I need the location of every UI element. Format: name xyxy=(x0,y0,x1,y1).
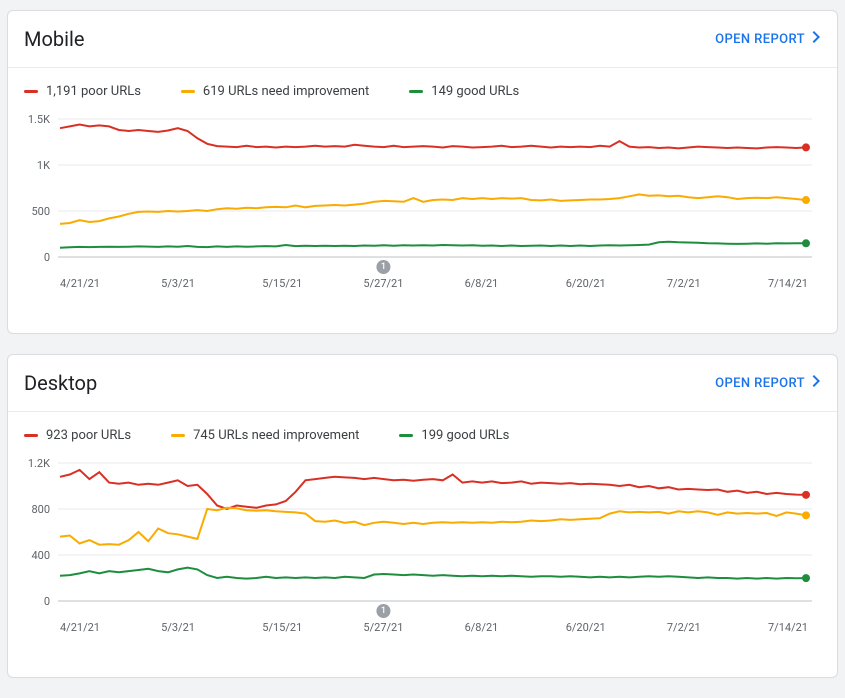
legend-text: 199 good URLs xyxy=(421,428,509,443)
open-report-link[interactable]: OPEN REPORT xyxy=(715,31,821,47)
chart-area: 0 500 1K 1.5K 4/21/21 5/3/21 5/15/21 5/27/21 6/8… xyxy=(8,107,837,333)
core-web-vitals-card-mobile: Mobile OPEN REPORT 1,191 poor URLs 619 U… xyxy=(7,10,838,334)
legend-text: 149 good URLs xyxy=(431,84,519,99)
line-chart: 0 400 800 1.2K 4/21/21 5/3/21 5/15/21 5/27/21 6/… xyxy=(24,451,820,651)
svg-text:5/27/21: 5/27/21 xyxy=(363,277,403,290)
svg-text:1.5K: 1.5K xyxy=(28,113,50,126)
legend-item-poor: 1,191 poor URLs xyxy=(24,84,141,99)
svg-text:6/20/21: 6/20/21 xyxy=(566,621,606,634)
svg-text:7/14/21: 7/14/21 xyxy=(768,277,808,290)
card-title: Desktop xyxy=(24,371,97,395)
svg-text:1.2K: 1.2K xyxy=(28,457,50,470)
legend-text: 923 poor URLs xyxy=(46,428,131,443)
svg-text:1: 1 xyxy=(381,606,386,616)
svg-text:5/3/21: 5/3/21 xyxy=(161,621,195,634)
core-web-vitals-card-desktop: Desktop OPEN REPORT 923 poor URLs 745 UR… xyxy=(7,354,838,678)
svg-text:7/2/21: 7/2/21 xyxy=(667,621,701,634)
legend-text: 619 URLs need improvement xyxy=(203,84,369,99)
chart-legend: 923 poor URLs 745 URLs need improvement … xyxy=(8,412,837,451)
svg-text:5/15/21: 5/15/21 xyxy=(262,277,302,290)
chevron-right-icon xyxy=(811,31,821,47)
legend-item-needs-improvement: 619 URLs need improvement xyxy=(181,84,369,99)
legend-swatch xyxy=(171,434,185,437)
chart-legend: 1,191 poor URLs 619 URLs need improvemen… xyxy=(8,68,837,107)
svg-text:800: 800 xyxy=(31,503,50,516)
legend-item-good: 199 good URLs xyxy=(399,428,509,443)
svg-text:1: 1 xyxy=(381,262,386,272)
legend-item-poor: 923 poor URLs xyxy=(24,428,131,443)
legend-text: 1,191 poor URLs xyxy=(46,84,141,99)
line-chart: 0 500 1K 1.5K 4/21/21 5/3/21 5/15/21 5/27/21 6/8… xyxy=(24,107,820,307)
svg-text:6/8/21: 6/8/21 xyxy=(465,621,499,634)
svg-text:0: 0 xyxy=(44,595,50,608)
open-report-label: OPEN REPORT xyxy=(715,376,805,391)
svg-text:4/21/21: 4/21/21 xyxy=(60,277,100,290)
legend-swatch xyxy=(409,90,423,93)
chart-area: 0 400 800 1.2K 4/21/21 5/3/21 5/15/21 5/27/21 6/… xyxy=(8,451,837,677)
legend-text: 745 URLs need improvement xyxy=(193,428,359,443)
svg-text:1K: 1K xyxy=(37,159,50,172)
svg-text:7/14/21: 7/14/21 xyxy=(768,621,808,634)
legend-swatch xyxy=(24,90,38,93)
svg-text:6/8/21: 6/8/21 xyxy=(465,277,499,290)
legend-swatch xyxy=(24,434,38,437)
legend-swatch xyxy=(181,90,195,93)
svg-text:0: 0 xyxy=(44,251,50,264)
svg-text:400: 400 xyxy=(31,549,50,562)
open-report-link[interactable]: OPEN REPORT xyxy=(715,375,821,391)
card-header: Desktop OPEN REPORT xyxy=(8,355,837,403)
svg-text:5/3/21: 5/3/21 xyxy=(161,277,195,290)
legend-swatch xyxy=(399,434,413,437)
svg-text:7/2/21: 7/2/21 xyxy=(667,277,701,290)
svg-text:4/21/21: 4/21/21 xyxy=(60,621,100,634)
svg-text:6/20/21: 6/20/21 xyxy=(566,277,606,290)
card-title: Mobile xyxy=(24,27,84,51)
svg-text:5/27/21: 5/27/21 xyxy=(363,621,403,634)
svg-text:5/15/21: 5/15/21 xyxy=(262,621,302,634)
legend-item-needs-improvement: 745 URLs need improvement xyxy=(171,428,359,443)
svg-text:500: 500 xyxy=(31,205,50,218)
card-header: Mobile OPEN REPORT xyxy=(8,11,837,59)
chevron-right-icon xyxy=(811,375,821,391)
legend-item-good: 149 good URLs xyxy=(409,84,519,99)
open-report-label: OPEN REPORT xyxy=(715,32,805,47)
